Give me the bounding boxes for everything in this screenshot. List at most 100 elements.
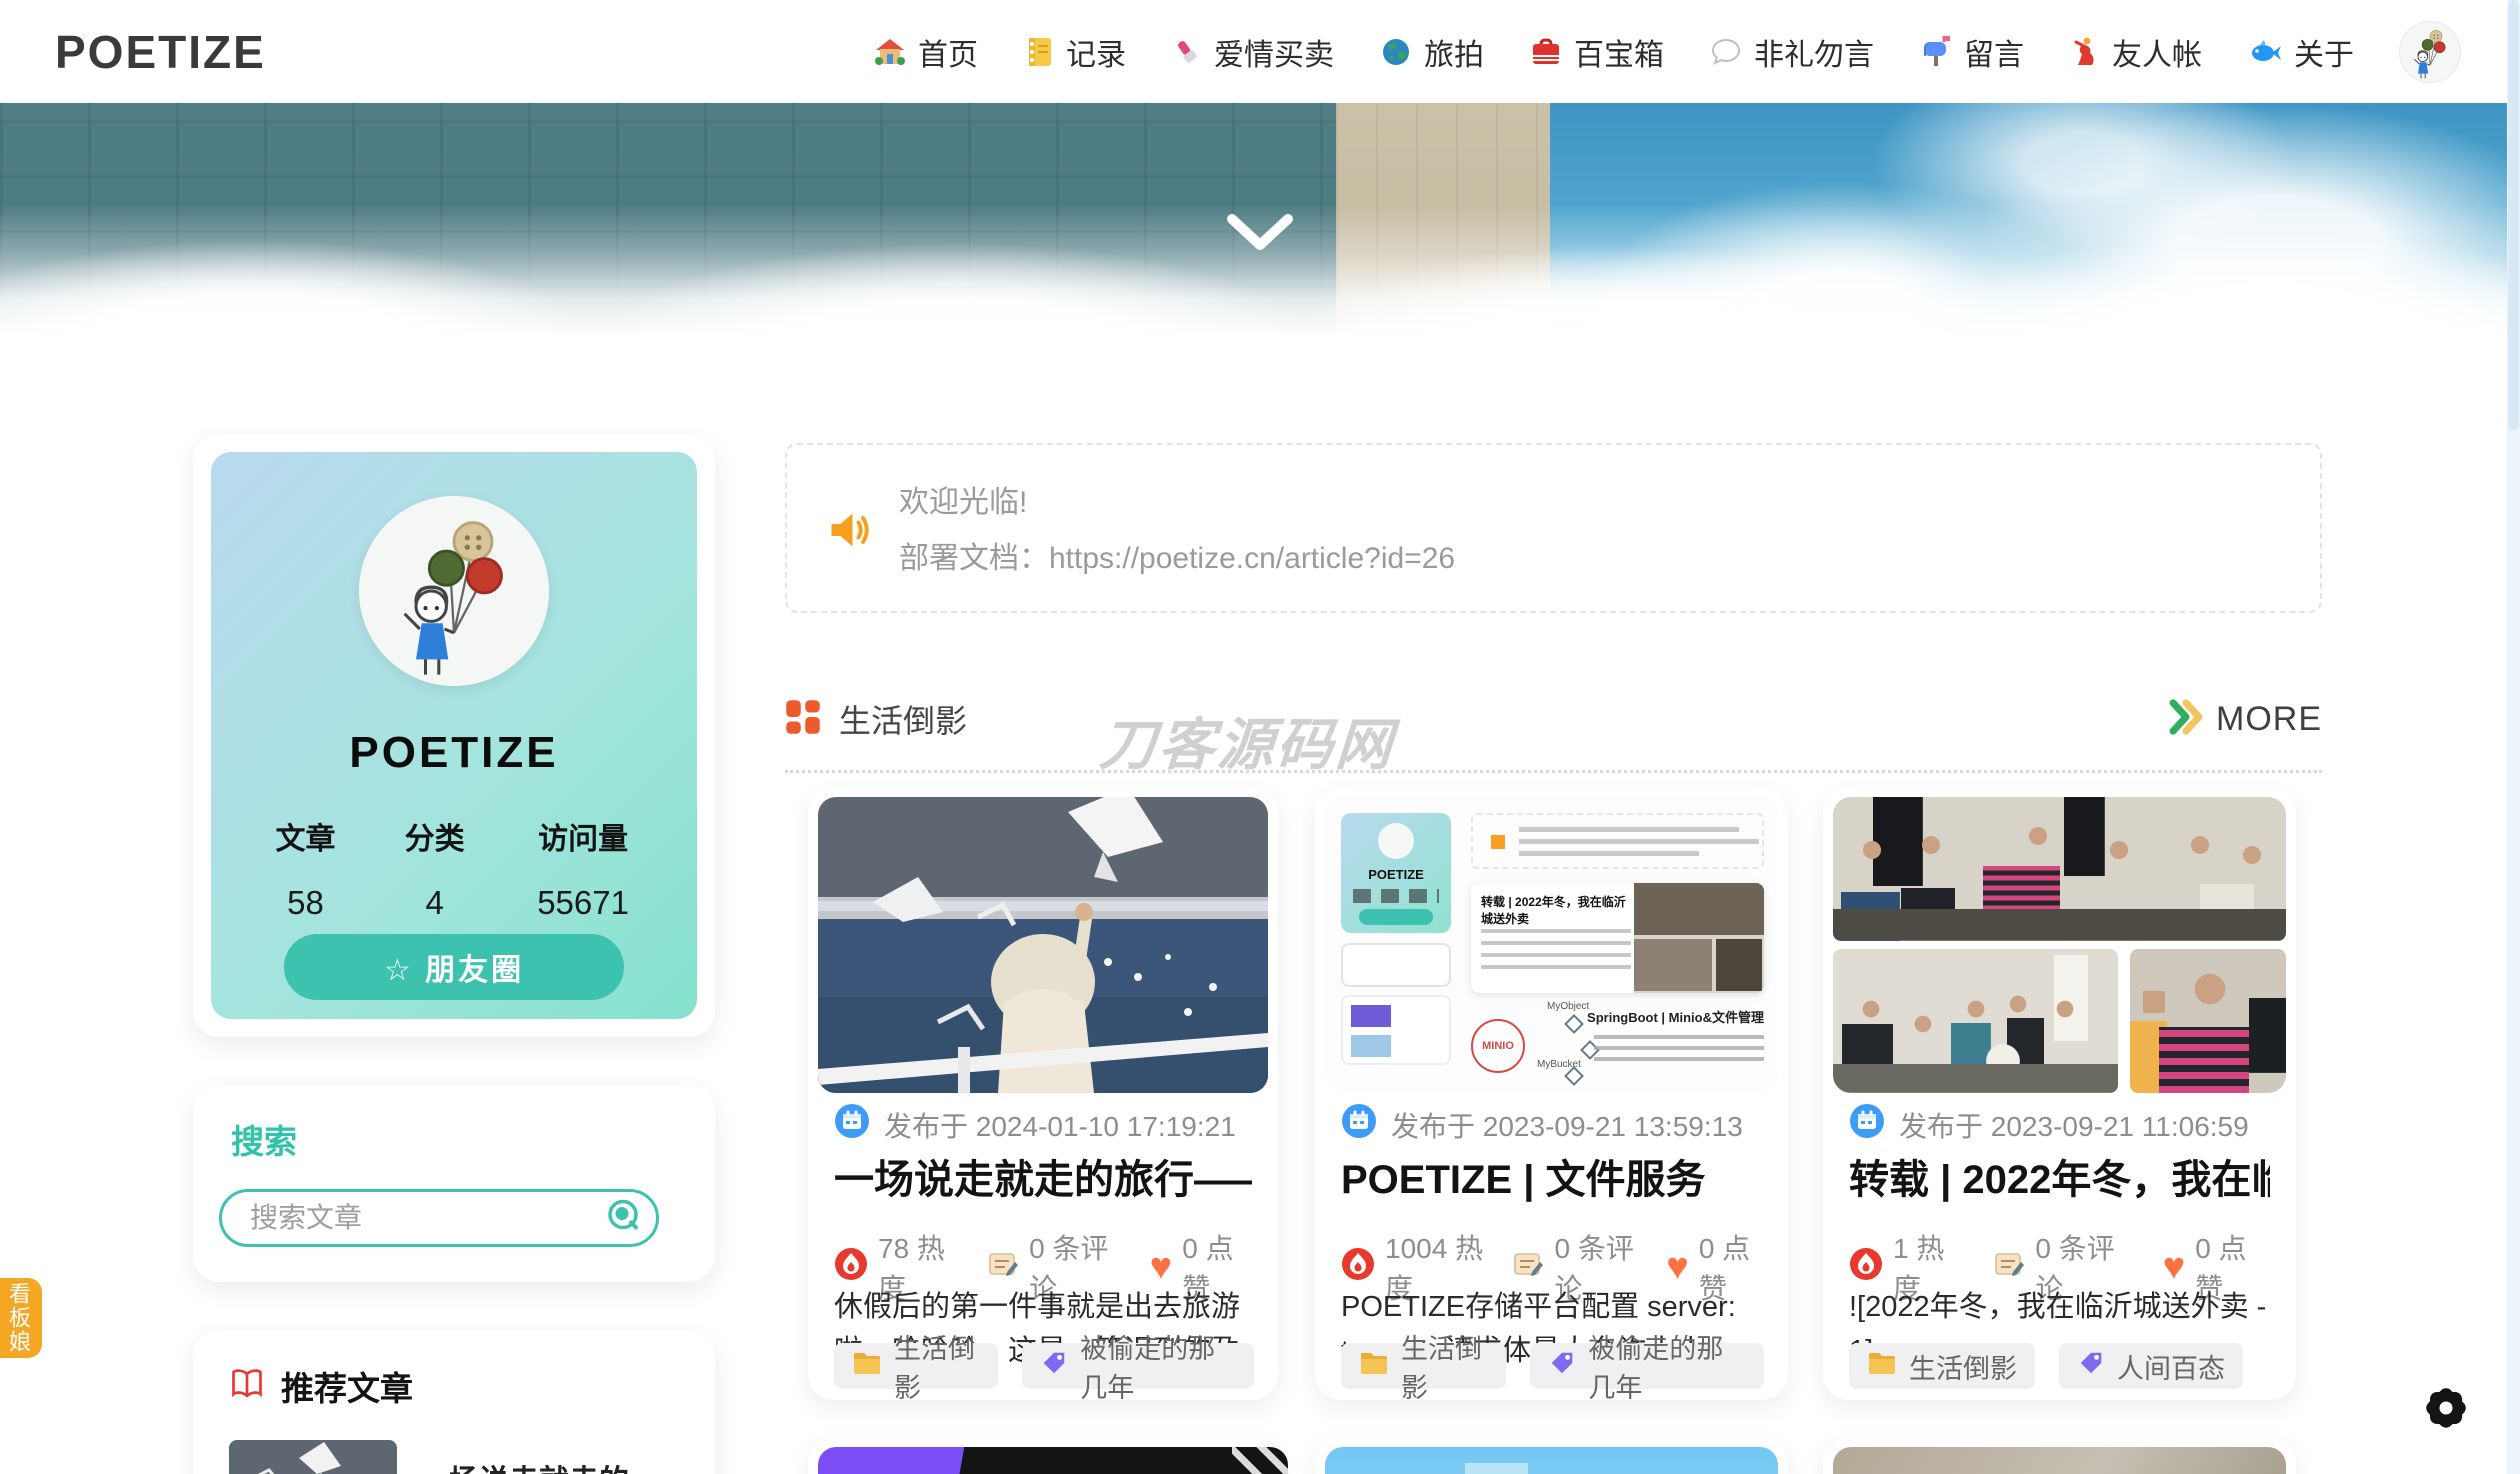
nav-item-guestbook-rules[interactable]: 非礼勿言 [1710,30,1874,74]
section-title: 生活倒影 [839,696,967,742]
nav-item-label: 记录 [1066,30,1126,74]
more-link[interactable]: MORE [2166,697,2322,742]
article-3-cover-image [1833,797,2286,1093]
recommended-item-title: 一场说走就走的旅… [419,1456,679,1474]
kanban-girl-badge[interactable]: 看板娘 [0,1278,42,1358]
topic-tag-label: 人间百态 [2117,1347,2225,1386]
article-5-cover-image [1325,1447,1778,1474]
article-title[interactable]: 一场说走就走的旅行——… [834,1147,1252,1205]
heart-icon: ♥ [1150,1248,1173,1286]
nav-item-label: 百宝箱 [1574,30,1664,74]
recommended-title: 推荐文章 [281,1362,413,1410]
article-date: 发布于 2023-09-21 13:59:13 [1391,1105,1743,1145]
fish-icon [2248,37,2282,67]
stat-label: 文章 [241,814,370,858]
section-header: 生活倒影 MORE [785,695,2322,743]
topic-tag[interactable]: 被偷走的那几年 [1022,1343,1254,1389]
nav-item-label: 友人帐 [2112,30,2202,74]
article-card-3[interactable]: 发布于 2023-09-21 11:06:59 转载 | 2022年冬，我在临…… [1823,787,2296,1400]
stat-value: 4 [370,884,499,922]
memo-icon [1993,1248,2025,1287]
nav-item-travel[interactable]: 旅拍 [1380,30,1484,74]
brand-logo[interactable]: POETIZE [55,25,266,79]
page-scrollbar[interactable] [2507,0,2520,1474]
mini-article-title: 转载 | 2022年冬，我在临沂城送外卖 [1481,893,1631,927]
article-2-cover-image: POETIZE 转载 | 2022年冬，我在临沂城送外卖 MINIO MyObj… [1325,797,1778,1093]
article-card-1[interactable]: 发布于 2024-01-10 17:19:21 一场说走就走的旅行——… 78 … [808,787,1278,1400]
fire-icon [834,1247,868,1288]
nav-item-label: 首页 [918,30,978,74]
heart-icon: ♥ [1666,1248,1689,1286]
article-card-2[interactable]: POETIZE 转载 | 2022年冬，我在临沂城送外卖 MINIO MyObj… [1315,787,1788,1400]
tag-icon [2077,1349,2105,1384]
nav-item-about[interactable]: 关于 [2248,30,2354,74]
nav-item-records[interactable]: 记录 [1024,30,1126,74]
myobject-label: MyObject [1547,1001,1589,1012]
kanban-badge-label: 看板娘 [2,1282,34,1354]
announcement-line1: 欢迎光临! [899,477,1027,521]
category-tag[interactable]: 生活倒影 [1849,1343,2035,1389]
profile-avatar[interactable] [359,496,549,686]
profile-card: POETIZE 文章 58 分类 4 访问量 55671 ☆ 朋友圈 [193,434,715,1037]
announcement-box: 欢迎光临! 部署文档：https://poetize.cn/article?id… [785,443,2322,613]
nav-item-friends[interactable]: 友人帐 [2070,30,2202,74]
memo-icon [1512,1248,1544,1287]
lipstick-icon [1172,36,1202,68]
nav-item-love-market[interactable]: 爱情买卖 [1172,30,1334,74]
friend-circle-button[interactable]: ☆ 朋友圈 [284,934,624,1000]
search-input[interactable] [250,1202,656,1234]
article-4-cover-image [818,1447,1288,1474]
stat-articles[interactable]: 文章 58 [241,814,370,922]
recommended-item[interactable]: 一场说走就走的旅… [229,1440,679,1474]
collage-photo-bottom-left [1833,949,2118,1093]
article-title[interactable]: 转载 | 2022年冬，我在临… [1849,1147,2270,1205]
open-book-icon [229,1367,265,1406]
topic-tag-label: 被偷走的那几年 [1588,1327,1746,1405]
article-date: 发布于 2024-01-10 17:19:21 [884,1105,1236,1145]
topic-tag[interactable]: 人间百态 [2059,1343,2243,1389]
folder-icon [852,1350,882,1383]
stat-value: 55671 [499,884,667,922]
article-card-5-partial[interactable] [1315,1437,1788,1474]
stat-categories[interactable]: 分类 4 [370,814,499,922]
profile-card-gradient: POETIZE 文章 58 分类 4 访问量 55671 ☆ 朋友圈 [211,452,697,1019]
dotted-divider [785,770,2322,773]
top-navbar: POETIZE 首页 记录 爱情买卖 旅拍 百宝箱 [0,0,2520,103]
calendar-icon [834,1103,870,1146]
nav-item-label: 非礼勿言 [1754,30,1874,74]
profile-stats: 文章 58 分类 4 访问量 55671 [241,814,667,922]
scrollbar-thumb[interactable] [2508,0,2519,430]
article-title[interactable]: POETIZE | 文件服务 [1341,1147,1762,1205]
nav-item-label: 旅拍 [1424,30,1484,74]
category-tag[interactable]: 生活倒影 [1341,1343,1506,1389]
calendar-icon [1849,1103,1885,1146]
category-tag[interactable]: 生活倒影 [834,1343,998,1389]
mini-diagram-title: SpringBoot | Minio&文件管理 [1587,1007,1764,1026]
double-chevron-icon [2166,697,2206,742]
scroll-down-chevron-icon[interactable] [1222,211,1298,260]
nav-item-label: 关于 [2294,30,2354,74]
nav-item-home[interactable]: 首页 [874,30,978,74]
watermark-text: 刀客源码网 [1097,700,1398,781]
notebook-icon [1024,36,1054,68]
nav-item-message-board[interactable]: 留言 [1920,30,2024,74]
topic-tag[interactable]: 被偷走的那几年 [1530,1343,1764,1389]
folder-icon [1359,1350,1389,1383]
folder-icon [1867,1350,1897,1383]
speaker-icon [827,507,875,558]
fire-icon [1849,1247,1883,1288]
nav-avatar[interactable] [2400,22,2460,82]
collage-photo-top [1833,797,2286,941]
nav-item-treasure-box[interactable]: 百宝箱 [1530,30,1664,74]
mailbox-icon [1920,36,1952,68]
article-card-4-partial[interactable] [808,1437,1278,1474]
search-box [219,1189,659,1247]
globe-icon [1380,36,1412,68]
category-tag-label: 生活倒影 [1401,1327,1488,1405]
page: POETIZE 首页 记录 爱情买卖 旅拍 百宝箱 [0,0,2520,1474]
article-card-6-partial[interactable] [1823,1437,2296,1474]
stat-visits[interactable]: 访问量 55671 [499,814,667,922]
search-icon[interactable] [606,1198,642,1239]
announcement-line2[interactable]: 部署文档：https://poetize.cn/article?id=26 [899,533,1455,577]
settings-gear-icon[interactable] [2420,1382,2472,1434]
